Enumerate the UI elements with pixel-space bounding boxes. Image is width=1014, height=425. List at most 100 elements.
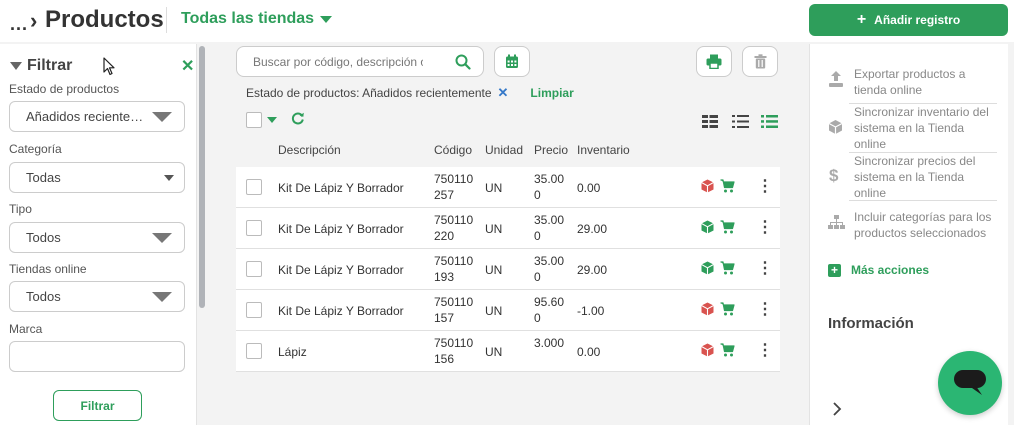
cell-codigo: 750110 220: [434, 212, 473, 244]
table-row[interactable]: Kit De Lápiz Y Borrador 750110 157 UN 95.60 0…: [236, 290, 780, 331]
filter-estado-select[interactable]: Añadidos recientemente: [9, 101, 185, 132]
cell-inventario: 0.00: [577, 345, 601, 359]
select-menu-caret-icon[interactable]: [267, 117, 277, 123]
filter-label-estado: Estado de productos: [9, 82, 120, 96]
plus-icon: +: [856, 11, 867, 28]
filter-scrollbar-thumb[interactable]: [199, 46, 205, 308]
cell-precio: 35.00 0: [534, 171, 564, 203]
cell-codigo: 750110 257: [434, 171, 473, 203]
cell-codigo-line1: 750110: [434, 295, 474, 309]
delete-button[interactable]: [742, 46, 778, 77]
grid-view-icon[interactable]: [702, 115, 718, 128]
filter-label-marca: Marca: [9, 322, 43, 336]
cart-icon[interactable]: [720, 343, 735, 357]
cell-precio: 3.000: [534, 335, 564, 351]
cart-icon[interactable]: [720, 261, 735, 275]
cell-precio: 35.00 0: [534, 253, 564, 285]
clear-filters-link[interactable]: Limpiar: [530, 86, 573, 100]
row-menu-icon[interactable]: ⋮: [757, 220, 773, 236]
row-checkbox[interactable]: [246, 179, 262, 195]
cell-codigo-line1: 750110: [434, 336, 474, 350]
filter-button[interactable]: Filtrar: [53, 390, 142, 421]
row-checkbox[interactable]: [246, 261, 262, 277]
row-menu-icon[interactable]: ⋮: [757, 179, 773, 195]
chevron-right-icon[interactable]: [832, 402, 842, 416]
column-header-descripcion[interactable]: Descripción: [278, 143, 341, 157]
select-all-checkbox[interactable]: [246, 112, 262, 128]
table-row[interactable]: Kit De Lápiz Y Borrador 750110 193 UN 35.00 0…: [236, 249, 780, 290]
cell-inventario: -1.00: [577, 304, 605, 318]
refresh-icon[interactable]: [291, 111, 305, 125]
row-checkbox[interactable]: [246, 302, 262, 318]
breadcrumb-ellipsis[interactable]: ...: [10, 14, 28, 35]
cell-codigo-line1: 750110: [434, 254, 474, 268]
action-export-products[interactable]: Exportar productos a tienda online: [854, 66, 994, 98]
cell-codigo-line1: 750110: [434, 172, 474, 186]
close-filter-icon[interactable]: ✕: [181, 56, 194, 76]
row-checkbox[interactable]: [246, 343, 262, 359]
table-row[interactable]: Kit De Lápiz Y Borrador 750110 257 UN 35.00 0…: [236, 167, 780, 208]
filter-label-tipo: Tipo: [9, 202, 32, 216]
store-selector[interactable]: Todas las tiendas: [181, 10, 333, 28]
filter-label-tiendas: Tiendas online: [9, 262, 87, 276]
filter-tiendas-value: Todos: [26, 289, 61, 304]
more-actions-button[interactable]: + Más acciones: [828, 263, 929, 277]
search-box[interactable]: [236, 46, 484, 77]
calendar-button[interactable]: [494, 46, 530, 77]
chat-button[interactable]: [938, 351, 1002, 415]
cell-descripcion: Kit De Lápiz Y Borrador: [278, 263, 404, 277]
filter-categoria-value: Todas: [26, 170, 61, 185]
row-menu-icon[interactable]: ⋮: [757, 302, 773, 318]
cart-icon[interactable]: [720, 302, 735, 316]
print-button[interactable]: [696, 46, 732, 77]
cell-inventario: 29.00: [577, 263, 608, 277]
box-status-icon[interactable]: [701, 302, 714, 316]
table-row[interactable]: Kit De Lápiz Y Borrador 750110 220 UN 35.00 0…: [236, 208, 780, 249]
cell-descripcion: Kit De Lápiz Y Borrador: [278, 222, 404, 236]
row-menu-icon[interactable]: ⋮: [757, 261, 773, 277]
search-input[interactable]: [253, 54, 423, 69]
box-status-icon[interactable]: [701, 179, 714, 193]
row-checkbox[interactable]: [246, 220, 262, 236]
dollar-icon: $: [829, 166, 839, 185]
box-status-icon[interactable]: [701, 220, 714, 234]
cell-precio: 35.00 0: [534, 212, 564, 244]
filter-tiendas-select[interactable]: Todos: [9, 281, 185, 312]
cart-icon[interactable]: [720, 179, 735, 193]
dropdown-arrow-icon: [152, 232, 172, 243]
cell-precio-line2: 0: [534, 270, 541, 284]
filter-title-label: Filtrar: [27, 57, 73, 74]
filter-tipo-value: Todos: [26, 230, 61, 245]
filter-marca-input[interactable]: [9, 341, 185, 372]
search-icon[interactable]: [455, 54, 471, 70]
add-record-button[interactable]: + Añadir registro: [809, 4, 1008, 36]
compact-list-view-icon[interactable]: [761, 115, 778, 128]
sitemap-icon: [828, 215, 845, 229]
page-title: Productos: [45, 6, 164, 33]
action-sync-prices[interactable]: Sincronizar precios del sistema en la Ti…: [854, 153, 994, 201]
cell-codigo: 750110 157: [434, 294, 473, 326]
cell-codigo-line2: 157: [434, 311, 455, 325]
box-status-icon[interactable]: [701, 261, 714, 275]
action-sync-inventory[interactable]: Sincronizar inventario del sistema en la…: [854, 104, 994, 152]
row-menu-icon[interactable]: ⋮: [757, 343, 773, 359]
table-row[interactable]: Lápiz 750110 156 UN 3.000 0.00 ⋮: [236, 331, 780, 372]
column-header-precio[interactable]: Precio: [534, 143, 568, 157]
filter-categoria-select[interactable]: Todas: [9, 162, 185, 193]
box-status-icon[interactable]: [701, 343, 714, 357]
cart-icon[interactable]: [720, 220, 735, 234]
cell-unidad: UN: [485, 345, 503, 359]
column-header-unidad[interactable]: Unidad: [485, 143, 523, 157]
cell-descripcion: Lápiz: [278, 345, 307, 359]
cell-precio-line1: 35.00: [534, 172, 565, 186]
remove-filter-icon[interactable]: ✕: [498, 85, 509, 101]
dropdown-arrow-icon: [152, 291, 172, 302]
cell-unidad: UN: [485, 181, 503, 195]
chevron-right-icon: ›: [30, 8, 38, 33]
action-include-categories[interactable]: Incluir categorías para los productos se…: [854, 209, 994, 241]
list-view-icon[interactable]: [732, 115, 749, 128]
column-header-inventario[interactable]: Inventario: [577, 143, 630, 157]
filter-tipo-select[interactable]: Todos: [9, 222, 185, 253]
cell-unidad: UN: [485, 263, 503, 277]
column-header-codigo[interactable]: Código: [434, 143, 472, 157]
